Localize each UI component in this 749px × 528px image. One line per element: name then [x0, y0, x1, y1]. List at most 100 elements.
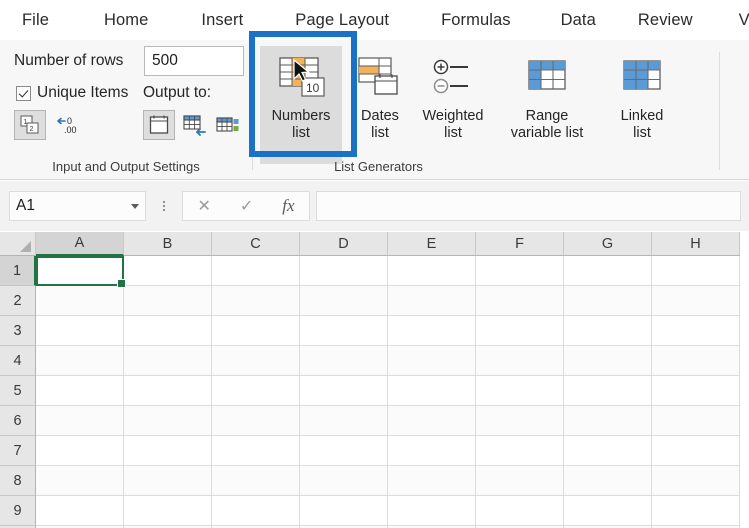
cell-g1[interactable]: [564, 256, 652, 286]
cell-h5[interactable]: [652, 376, 740, 406]
column-header-g[interactable]: G: [564, 232, 652, 256]
output-new-sheet-icon[interactable]: [143, 110, 175, 140]
cell-b1[interactable]: [124, 256, 212, 286]
cell-f1[interactable]: [476, 256, 564, 286]
tab-review[interactable]: Review: [638, 11, 693, 30]
row-header-7[interactable]: 7: [0, 436, 36, 466]
cell-f5[interactable]: [476, 376, 564, 406]
cell-g6[interactable]: [564, 406, 652, 436]
cell-d8[interactable]: [300, 466, 388, 496]
cell-d4[interactable]: [300, 346, 388, 376]
cell-f6[interactable]: [476, 406, 564, 436]
cell-a1[interactable]: [36, 256, 126, 288]
cell-c3[interactable]: [212, 316, 300, 346]
cell-g3[interactable]: [564, 316, 652, 346]
numbers-list-button[interactable]: 10 Numbers list: [260, 46, 342, 164]
cell-h4[interactable]: [652, 346, 740, 376]
cell-f8[interactable]: [476, 466, 564, 496]
cell-a6[interactable]: [36, 406, 124, 436]
cell-h8[interactable]: [652, 466, 740, 496]
spreadsheet-grid[interactable]: A B C D E F G H 12345678910: [0, 232, 749, 528]
tab-home[interactable]: Home: [104, 11, 148, 30]
cell-h6[interactable]: [652, 406, 740, 436]
cell-c5[interactable]: [212, 376, 300, 406]
cell-a3[interactable]: [36, 316, 124, 346]
cell-g2[interactable]: [564, 286, 652, 316]
column-header-h[interactable]: H: [652, 232, 740, 256]
cell-b5[interactable]: [124, 376, 212, 406]
cell-d7[interactable]: [300, 436, 388, 466]
cell-e9[interactable]: [388, 496, 476, 526]
cell-a9[interactable]: [36, 496, 124, 526]
column-header-d[interactable]: D: [300, 232, 388, 256]
tab-view[interactable]: View: [739, 11, 749, 30]
linked-list-button[interactable]: Linked list: [601, 46, 683, 164]
cell-f4[interactable]: [476, 346, 564, 376]
cell-g5[interactable]: [564, 376, 652, 406]
confirm-icon[interactable]: ✓: [240, 196, 253, 216]
cancel-icon[interactable]: ✕: [197, 196, 210, 216]
allow-duplicates-icon[interactable]: 1 2: [14, 110, 46, 140]
cell-g4[interactable]: [564, 346, 652, 376]
cell-b8[interactable]: [124, 466, 212, 496]
row-header-9[interactable]: 9: [0, 496, 36, 526]
cell-e4[interactable]: [388, 346, 476, 376]
cell-g7[interactable]: [564, 436, 652, 466]
formula-input[interactable]: [316, 191, 741, 221]
weighted-list-button[interactable]: Weighted list: [409, 46, 497, 164]
tab-page-layout[interactable]: Page Layout: [295, 11, 389, 30]
output-new-table-icon[interactable]: [212, 110, 244, 140]
cell-b7[interactable]: [124, 436, 212, 466]
cell-e8[interactable]: [388, 466, 476, 496]
cell-c2[interactable]: [212, 286, 300, 316]
column-header-b[interactable]: B: [124, 232, 212, 256]
range-variable-list-button[interactable]: Range variable list: [493, 46, 601, 164]
cell-a8[interactable]: [36, 466, 124, 496]
cell-h3[interactable]: [652, 316, 740, 346]
cell-e5[interactable]: [388, 376, 476, 406]
cell-g8[interactable]: [564, 466, 652, 496]
tab-insert[interactable]: Insert: [201, 11, 243, 30]
cell-d2[interactable]: [300, 286, 388, 316]
chevron-down-icon[interactable]: [131, 203, 139, 209]
cell-c1[interactable]: [212, 256, 300, 286]
row-header-5[interactable]: 5: [0, 376, 36, 406]
cell-b4[interactable]: [124, 346, 212, 376]
row-header-4[interactable]: 4: [0, 346, 36, 376]
cell-h7[interactable]: [652, 436, 740, 466]
cell-b3[interactable]: [124, 316, 212, 346]
cell-e1[interactable]: [388, 256, 476, 286]
cell-a4[interactable]: [36, 346, 124, 376]
cell-e2[interactable]: [388, 286, 476, 316]
cell-d3[interactable]: [300, 316, 388, 346]
formula-bar-grip[interactable]: [153, 201, 175, 211]
row-header-1[interactable]: 1: [0, 256, 36, 286]
unique-items-checkbox-row[interactable]: Unique Items: [16, 84, 128, 102]
cell-a5[interactable]: [36, 376, 124, 406]
cell-h1[interactable]: [652, 256, 740, 286]
output-existing-table-icon[interactable]: [179, 110, 211, 140]
name-box[interactable]: A1: [9, 191, 146, 221]
cell-f9[interactable]: [476, 496, 564, 526]
cell-g9[interactable]: [564, 496, 652, 526]
column-header-a[interactable]: A: [36, 232, 124, 256]
cell-e7[interactable]: [388, 436, 476, 466]
row-header-8[interactable]: 8: [0, 466, 36, 496]
unique-items-checkbox[interactable]: [16, 85, 31, 101]
cell-d5[interactable]: [300, 376, 388, 406]
cell-c6[interactable]: [212, 406, 300, 436]
cell-d9[interactable]: [300, 496, 388, 526]
cell-f3[interactable]: [476, 316, 564, 346]
tab-data[interactable]: Data: [561, 11, 596, 30]
select-all-corner[interactable]: [0, 232, 36, 256]
insert-function-icon[interactable]: fx: [282, 196, 294, 216]
cell-b6[interactable]: [124, 406, 212, 436]
tab-formulas[interactable]: Formulas: [441, 11, 511, 30]
cell-f2[interactable]: [476, 286, 564, 316]
cell-c7[interactable]: [212, 436, 300, 466]
decrease-decimal-icon[interactable]: 0 .00: [53, 110, 87, 140]
cell-f7[interactable]: [476, 436, 564, 466]
cell-e6[interactable]: [388, 406, 476, 436]
row-header-2[interactable]: 2: [0, 286, 36, 316]
column-header-e[interactable]: E: [388, 232, 476, 256]
